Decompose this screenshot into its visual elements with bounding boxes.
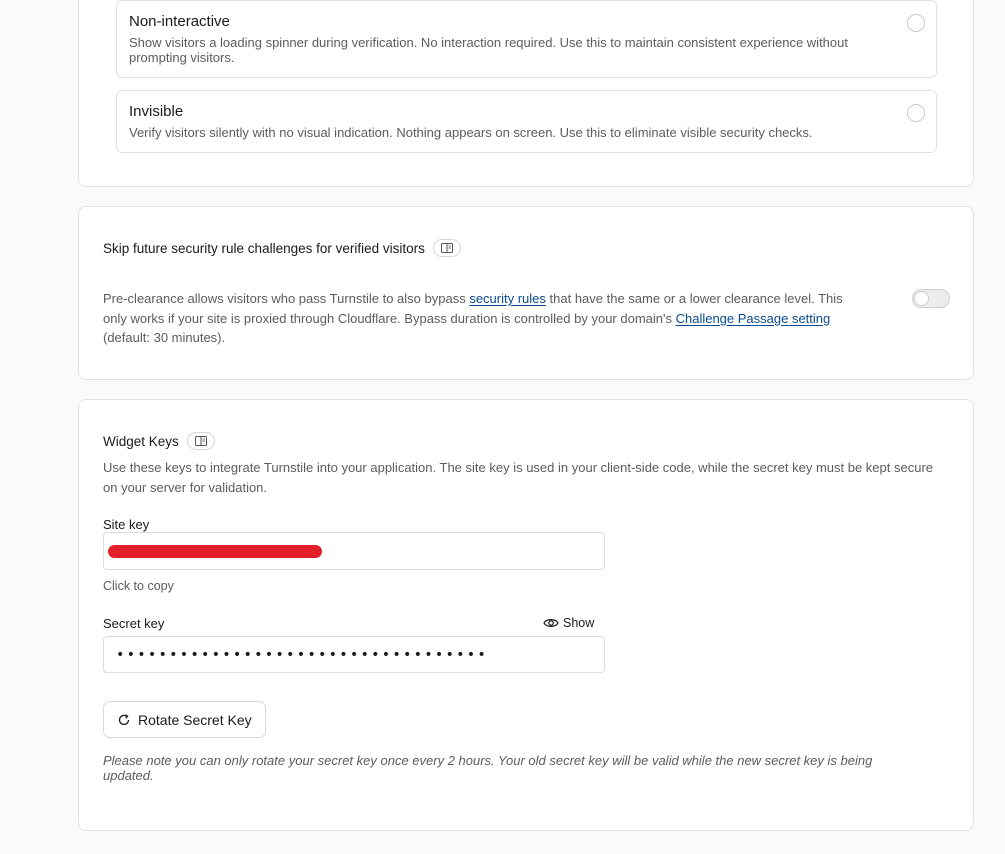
preclearance-title: Skip future security rule challenges for… (103, 240, 425, 256)
challenge-passage-link[interactable]: Challenge Passage setting (676, 311, 831, 326)
site-key-label: Site key (103, 517, 150, 532)
docs-icon[interactable] (432, 239, 461, 257)
preclearance-description: Pre-clearance allows visitors who pass T… (103, 289, 858, 348)
rotate-secret-key-button[interactable]: Rotate Secret Key (103, 701, 266, 738)
redaction-mark (108, 545, 322, 558)
preclearance-text: Pre-clearance allows visitors who pass T… (103, 291, 470, 306)
widget-keys-title: Widget Keys (103, 433, 179, 449)
show-label: Show (563, 616, 595, 630)
widget-keys-description: Use these keys to integrate Turnstile in… (103, 460, 934, 495)
option-non-interactive[interactable]: Non-interactive Show visitors a loading … (116, 0, 937, 78)
secret-key-field[interactable]: ••••••••••••••••••••••••••••••••••• (103, 636, 605, 673)
refresh-icon (118, 713, 130, 725)
eye-icon (543, 619, 559, 627)
option-title: Invisible (129, 103, 184, 120)
option-invisible[interactable]: Invisible Verify visitors silently with … (116, 90, 937, 153)
option-description: Verify visitors silently with no visual … (129, 125, 813, 140)
docs-icon[interactable] (186, 432, 215, 450)
preclearance-card: Skip future security rule challenges for… (78, 206, 974, 380)
site-key-hint: Click to copy (103, 579, 174, 593)
preclearance-toggle[interactable] (912, 289, 950, 308)
secret-key-label: Secret key (103, 616, 165, 631)
rotate-note: Please note you can only rotate your sec… (103, 753, 873, 783)
security-rules-link[interactable]: security rules (469, 291, 546, 306)
widget-keys-card: Widget Keys Use these keys to integrate … (78, 399, 974, 831)
radio-invisible[interactable] (907, 104, 925, 122)
show-secret-button[interactable]: Show (543, 616, 594, 630)
site-key-field[interactable] (103, 532, 605, 570)
option-title: Non-interactive (129, 13, 230, 30)
radio-non-interactive[interactable] (907, 14, 925, 32)
widget-keys-heading: Widget Keys (103, 432, 215, 450)
rotate-label: Rotate Secret Key (138, 711, 252, 728)
preclearance-text: (default: 30 minutes). (103, 330, 226, 345)
secret-key-mask: ••••••••••••••••••••••••••••••••••• (116, 647, 489, 663)
widget-mode-card: Non-interactive Show visitors a loading … (78, 0, 974, 187)
toggle-knob (914, 291, 929, 306)
preclearance-heading: Skip future security rule challenges for… (103, 239, 461, 257)
option-description: Show visitors a loading spinner during v… (129, 35, 848, 65)
